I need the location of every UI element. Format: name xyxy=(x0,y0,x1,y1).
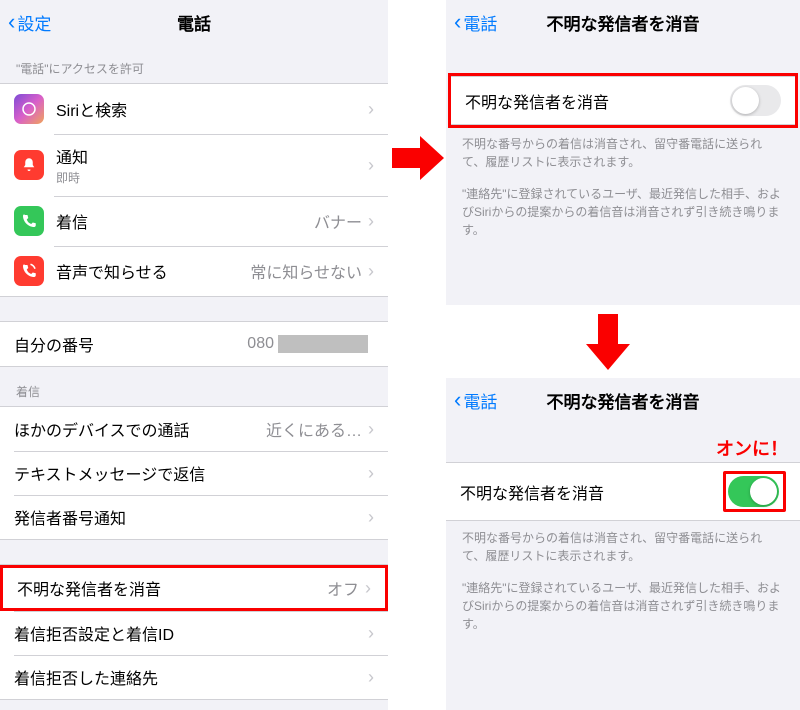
back-label: 電話 xyxy=(463,388,497,413)
number-prefix: 080 xyxy=(247,335,274,352)
row-label: ほかのデバイスでの通話 xyxy=(14,417,190,441)
row-other-devices[interactable]: ほかのデバイスでの通話 近くにある… › xyxy=(0,407,388,451)
section-header-incoming: 着信 xyxy=(0,367,388,406)
chevron-right-icon: › xyxy=(368,667,374,688)
page-title: 不明な発信者を消音 xyxy=(547,10,700,35)
row-label: 着信拒否した連絡先 xyxy=(14,665,158,689)
navbar: ‹ 電話 不明な発信者を消音 xyxy=(446,0,800,44)
back-button[interactable]: ‹ 設定 xyxy=(0,10,51,35)
group-my-number: 自分の番号 080 xyxy=(0,321,388,367)
chevron-left-icon: ‹ xyxy=(454,11,461,33)
row-label: 不明な発信者を消音 xyxy=(465,89,609,113)
chevron-right-icon: › xyxy=(368,211,374,232)
row-label: 自分の番号 xyxy=(14,332,94,356)
chevron-right-icon: › xyxy=(365,578,371,599)
footer-text-1: 不明な番号からの着信は消音され、留守番電話に送られて、履歴リストに表示されます。 xyxy=(446,127,800,171)
row-value: 080 xyxy=(94,335,368,353)
chevron-left-icon: ‹ xyxy=(8,11,15,33)
row-value: バナー xyxy=(209,209,362,233)
back-button[interactable]: ‹ 電話 xyxy=(446,10,497,35)
row-value: 近くにある… xyxy=(190,417,362,441)
row-incoming[interactable]: 着信 バナー › xyxy=(0,196,388,246)
navbar: ‹ 電話 不明な発信者を消音 xyxy=(446,378,800,422)
arrow-down-icon xyxy=(580,312,636,374)
bell-icon xyxy=(14,150,44,180)
siri-icon xyxy=(14,94,44,124)
footer-text-2: "連絡先"に登録されているユーザ、最近発信した相手、およびSiriからの提案から… xyxy=(446,171,800,239)
group-silence: 不明な発信者を消音 オフ › 着信拒否設定と着信ID › 着信拒否した連絡先 › xyxy=(0,564,388,700)
footer-text-1: 不明な番号からの着信は消音され、留守番電話に送られて、履歴リストに表示されます。 xyxy=(446,521,800,565)
group-access: Siriと検索 › 通知 即時 › 着信 バナー › 音声で知らせる xyxy=(0,83,388,297)
row-subtitle: 即時 xyxy=(56,169,368,186)
row-label: 着信拒否設定と着信ID xyxy=(14,621,174,645)
row-label: Siriと検索 xyxy=(56,97,368,121)
back-button[interactable]: ‹ 電話 xyxy=(446,388,497,413)
row-label: テキストメッセージで返信 xyxy=(14,461,205,485)
row-text-reply[interactable]: テキストメッセージで返信 › xyxy=(0,451,388,495)
toggle-switch-off[interactable] xyxy=(730,85,781,116)
chevron-right-icon: › xyxy=(368,623,374,644)
section-header-access: "電話"にアクセスを許可 xyxy=(0,44,388,83)
row-label: 不明な発信者を消音 xyxy=(17,576,161,600)
navbar: ‹ 設定 電話 xyxy=(0,0,388,44)
row-silence-unknown[interactable]: 不明な発信者を消音 オフ › xyxy=(0,565,388,611)
back-label: 設定 xyxy=(17,10,51,35)
row-notifications[interactable]: 通知 即時 › xyxy=(0,134,388,196)
highlight-box xyxy=(723,471,786,512)
row-label: 不明な発信者を消音 xyxy=(460,480,604,504)
phone-icon xyxy=(14,206,44,236)
row-label: 着信 xyxy=(56,209,209,233)
row-silence-toggle[interactable]: 不明な発信者を消音 xyxy=(451,77,795,124)
masked-number xyxy=(278,335,368,353)
chevron-right-icon: › xyxy=(368,463,374,484)
chevron-right-icon: › xyxy=(368,419,374,440)
page-title: 不明な発信者を消音 xyxy=(547,388,700,413)
back-label: 電話 xyxy=(463,10,497,35)
silence-screen-on: ‹ 電話 不明な発信者を消音 オンに！ 不明な発信者を消音 不明な番号からの着信… xyxy=(446,378,800,710)
row-my-number[interactable]: 自分の番号 080 xyxy=(0,322,388,366)
row-silence-toggle[interactable]: 不明な発信者を消音 xyxy=(446,463,800,520)
voice-icon xyxy=(14,256,44,286)
row-label: 発信者番号通知 xyxy=(14,505,126,529)
chevron-left-icon: ‹ xyxy=(454,389,461,411)
row-blocked-contacts[interactable]: 着信拒否した連絡先 › xyxy=(0,655,388,699)
chevron-right-icon: › xyxy=(368,99,374,120)
chevron-right-icon: › xyxy=(368,261,374,282)
chevron-right-icon: › xyxy=(368,507,374,528)
row-caller-id[interactable]: 発信者番号通知 › xyxy=(0,495,388,539)
silence-screen-off: ‹ 電話 不明な発信者を消音 不明な発信者を消音 不明な番号からの着信は消音され… xyxy=(446,0,800,305)
highlight-box: 不明な発信者を消音 xyxy=(448,73,798,128)
phone-settings-screen: ‹ 設定 電話 "電話"にアクセスを許可 Siriと検索 › 通知 即時 › xyxy=(0,0,388,710)
group-toggle: 不明な発信者を消音 xyxy=(451,76,795,125)
chevron-right-icon: › xyxy=(368,155,374,176)
group-incoming: ほかのデバイスでの通話 近くにある… › テキストメッセージで返信 › 発信者番… xyxy=(0,406,388,540)
arrow-right-icon xyxy=(390,130,446,186)
annotation-on-label: オンに！ xyxy=(716,435,788,461)
group-toggle: 不明な発信者を消音 xyxy=(446,462,800,521)
row-label: 通知 xyxy=(56,144,368,168)
footer-text-2: "連絡先"に登録されているユーザ、最近発信した相手、およびSiriからの提案から… xyxy=(446,565,800,633)
row-label: 音声で知らせる xyxy=(56,259,209,283)
row-value: オフ xyxy=(161,576,359,600)
row-value: 常に知らせない xyxy=(209,259,362,283)
row-announce[interactable]: 音声で知らせる 常に知らせない › xyxy=(0,246,388,296)
row-siri[interactable]: Siriと検索 › xyxy=(0,84,388,134)
page-title: 電話 xyxy=(177,10,211,35)
toggle-switch-on[interactable] xyxy=(728,476,779,507)
row-block-settings[interactable]: 着信拒否設定と着信ID › xyxy=(0,611,388,655)
